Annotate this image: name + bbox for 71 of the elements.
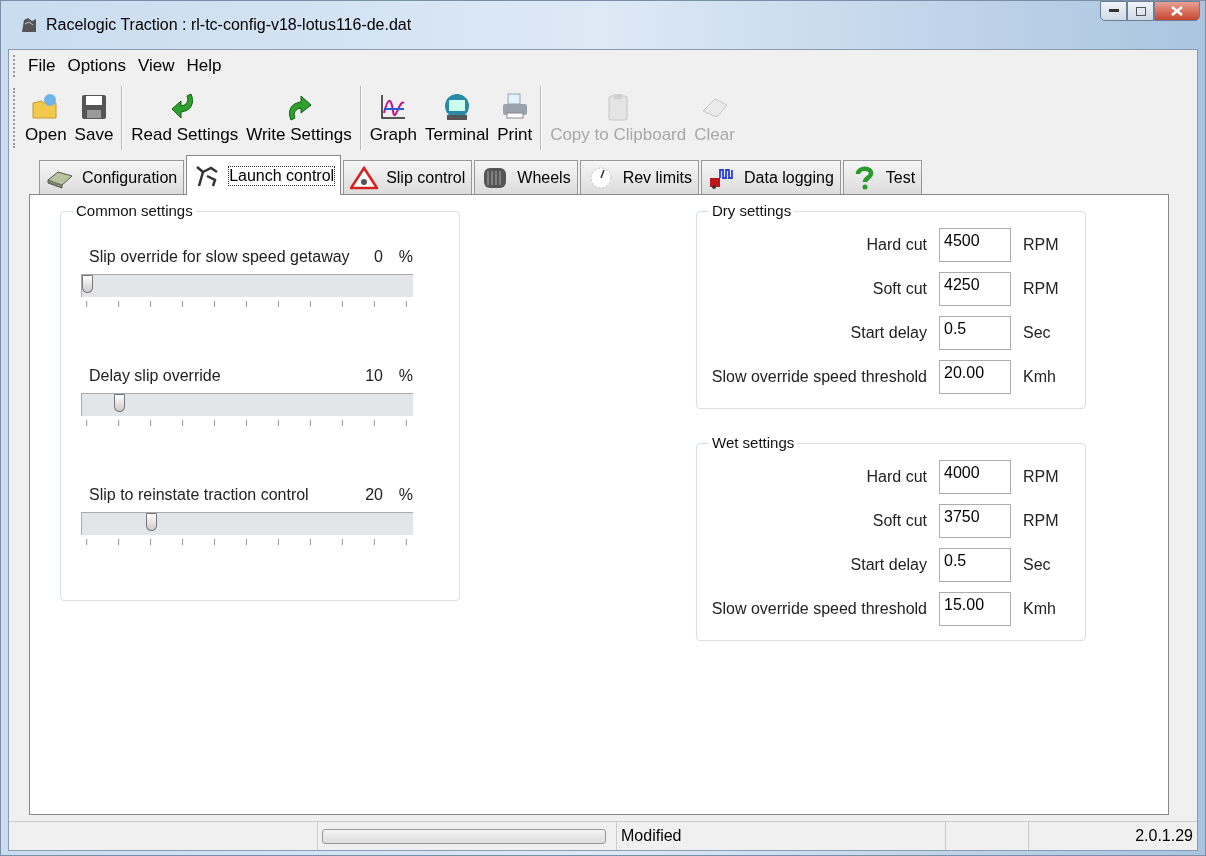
slider-track[interactable] (81, 274, 413, 297)
field-label: Start delay (850, 324, 927, 342)
maximize-button[interactable] (1127, 1, 1154, 21)
version-text: 2.0.1.29 (1135, 827, 1193, 845)
slider-label: Slip override for slow speed getaway (89, 248, 351, 266)
menu-item[interactable]: Help (181, 54, 227, 78)
input-field[interactable]: 0.5 (939, 548, 1011, 582)
slider-track[interactable] (81, 512, 413, 535)
toolbar-button[interactable]: Open (21, 89, 71, 147)
slider-thumb[interactable] (146, 513, 157, 531)
field-label: Soft cut (872, 280, 927, 298)
status-text: Modified (621, 827, 682, 845)
field-label: Hard cut (866, 236, 927, 254)
slider-value: 0 (373, 248, 383, 266)
slider-thumb[interactable] (114, 394, 125, 412)
group-title: Dry settings (709, 202, 795, 219)
slider-label: Delay slip override (89, 367, 222, 385)
field-label: Soft cut (872, 512, 927, 530)
unit-label: RPM (1023, 468, 1057, 486)
tab[interactable]: Slip control (343, 160, 473, 194)
minimize-icon (1108, 9, 1119, 13)
slider-track[interactable] (81, 393, 413, 416)
app-icon (20, 16, 38, 34)
window-title: Racelogic Traction : rl-tc-config-v18-lotus116-de.dat (46, 16, 412, 34)
warning-icon (350, 165, 379, 190)
tab[interactable]: Wheels (474, 160, 578, 194)
unit-label: RPM (1023, 512, 1057, 530)
menu-item[interactable]: View (133, 54, 180, 78)
unit-label: RPM (1023, 236, 1057, 254)
toolbar-button[interactable]: Print (493, 89, 537, 147)
unit-label: Kmh (1023, 368, 1057, 386)
field-label: Slow override speed threshold (711, 368, 927, 386)
field-label: Hard cut (866, 468, 927, 486)
unit-label: Sec (1023, 556, 1052, 574)
unit-label: % (397, 367, 413, 385)
unit-label: RPM (1023, 280, 1057, 298)
input-field[interactable]: 4000 (939, 460, 1011, 494)
close-icon (1171, 6, 1183, 16)
toolbar-button[interactable]: Graph (365, 89, 421, 147)
toolbar-button[interactable]: Terminal (420, 89, 494, 147)
unit-label: Sec (1023, 324, 1052, 342)
unit-label: % (397, 486, 413, 504)
slider-thumb[interactable] (82, 275, 93, 293)
toolbar-button[interactable]: Write Settings (242, 89, 356, 147)
group-title: Wet settings (709, 434, 798, 451)
toolbar-button[interactable]: Save (70, 89, 118, 147)
input-field[interactable]: 4250 (939, 272, 1011, 306)
close-button[interactable] (1154, 1, 1200, 21)
input-field[interactable]: 0.5 (939, 316, 1011, 350)
tab[interactable]: Test (842, 160, 923, 194)
unit-label: % (397, 248, 413, 266)
field-label: Start delay (850, 556, 927, 574)
unit-label: Kmh (1023, 600, 1057, 618)
tab[interactable]: Configuration (39, 160, 185, 194)
input-field[interactable]: 4500 (939, 228, 1011, 262)
minimize-button[interactable] (1100, 1, 1127, 21)
slider-label: Slip to reinstate traction control (89, 486, 310, 504)
tab[interactable]: Rev limits (579, 160, 699, 194)
group-title: Common settings (73, 202, 196, 219)
input-field[interactable]: 15.00 (939, 592, 1011, 626)
maximize-icon (1135, 6, 1146, 16)
tab[interactable]: Data logging (701, 160, 841, 194)
menu-item[interactable]: File (23, 54, 61, 78)
input-field[interactable]: 3750 (939, 504, 1011, 538)
field-label: Slow override speed threshold (711, 600, 927, 618)
tab[interactable]: Launch control (186, 155, 342, 195)
input-field[interactable]: 20.00 (939, 360, 1011, 394)
toolbar-button[interactable]: Read Settings (127, 89, 243, 147)
menu-item[interactable]: Options (62, 54, 131, 78)
slider-value: 10 (364, 367, 383, 385)
slider-value: 20 (364, 486, 383, 504)
